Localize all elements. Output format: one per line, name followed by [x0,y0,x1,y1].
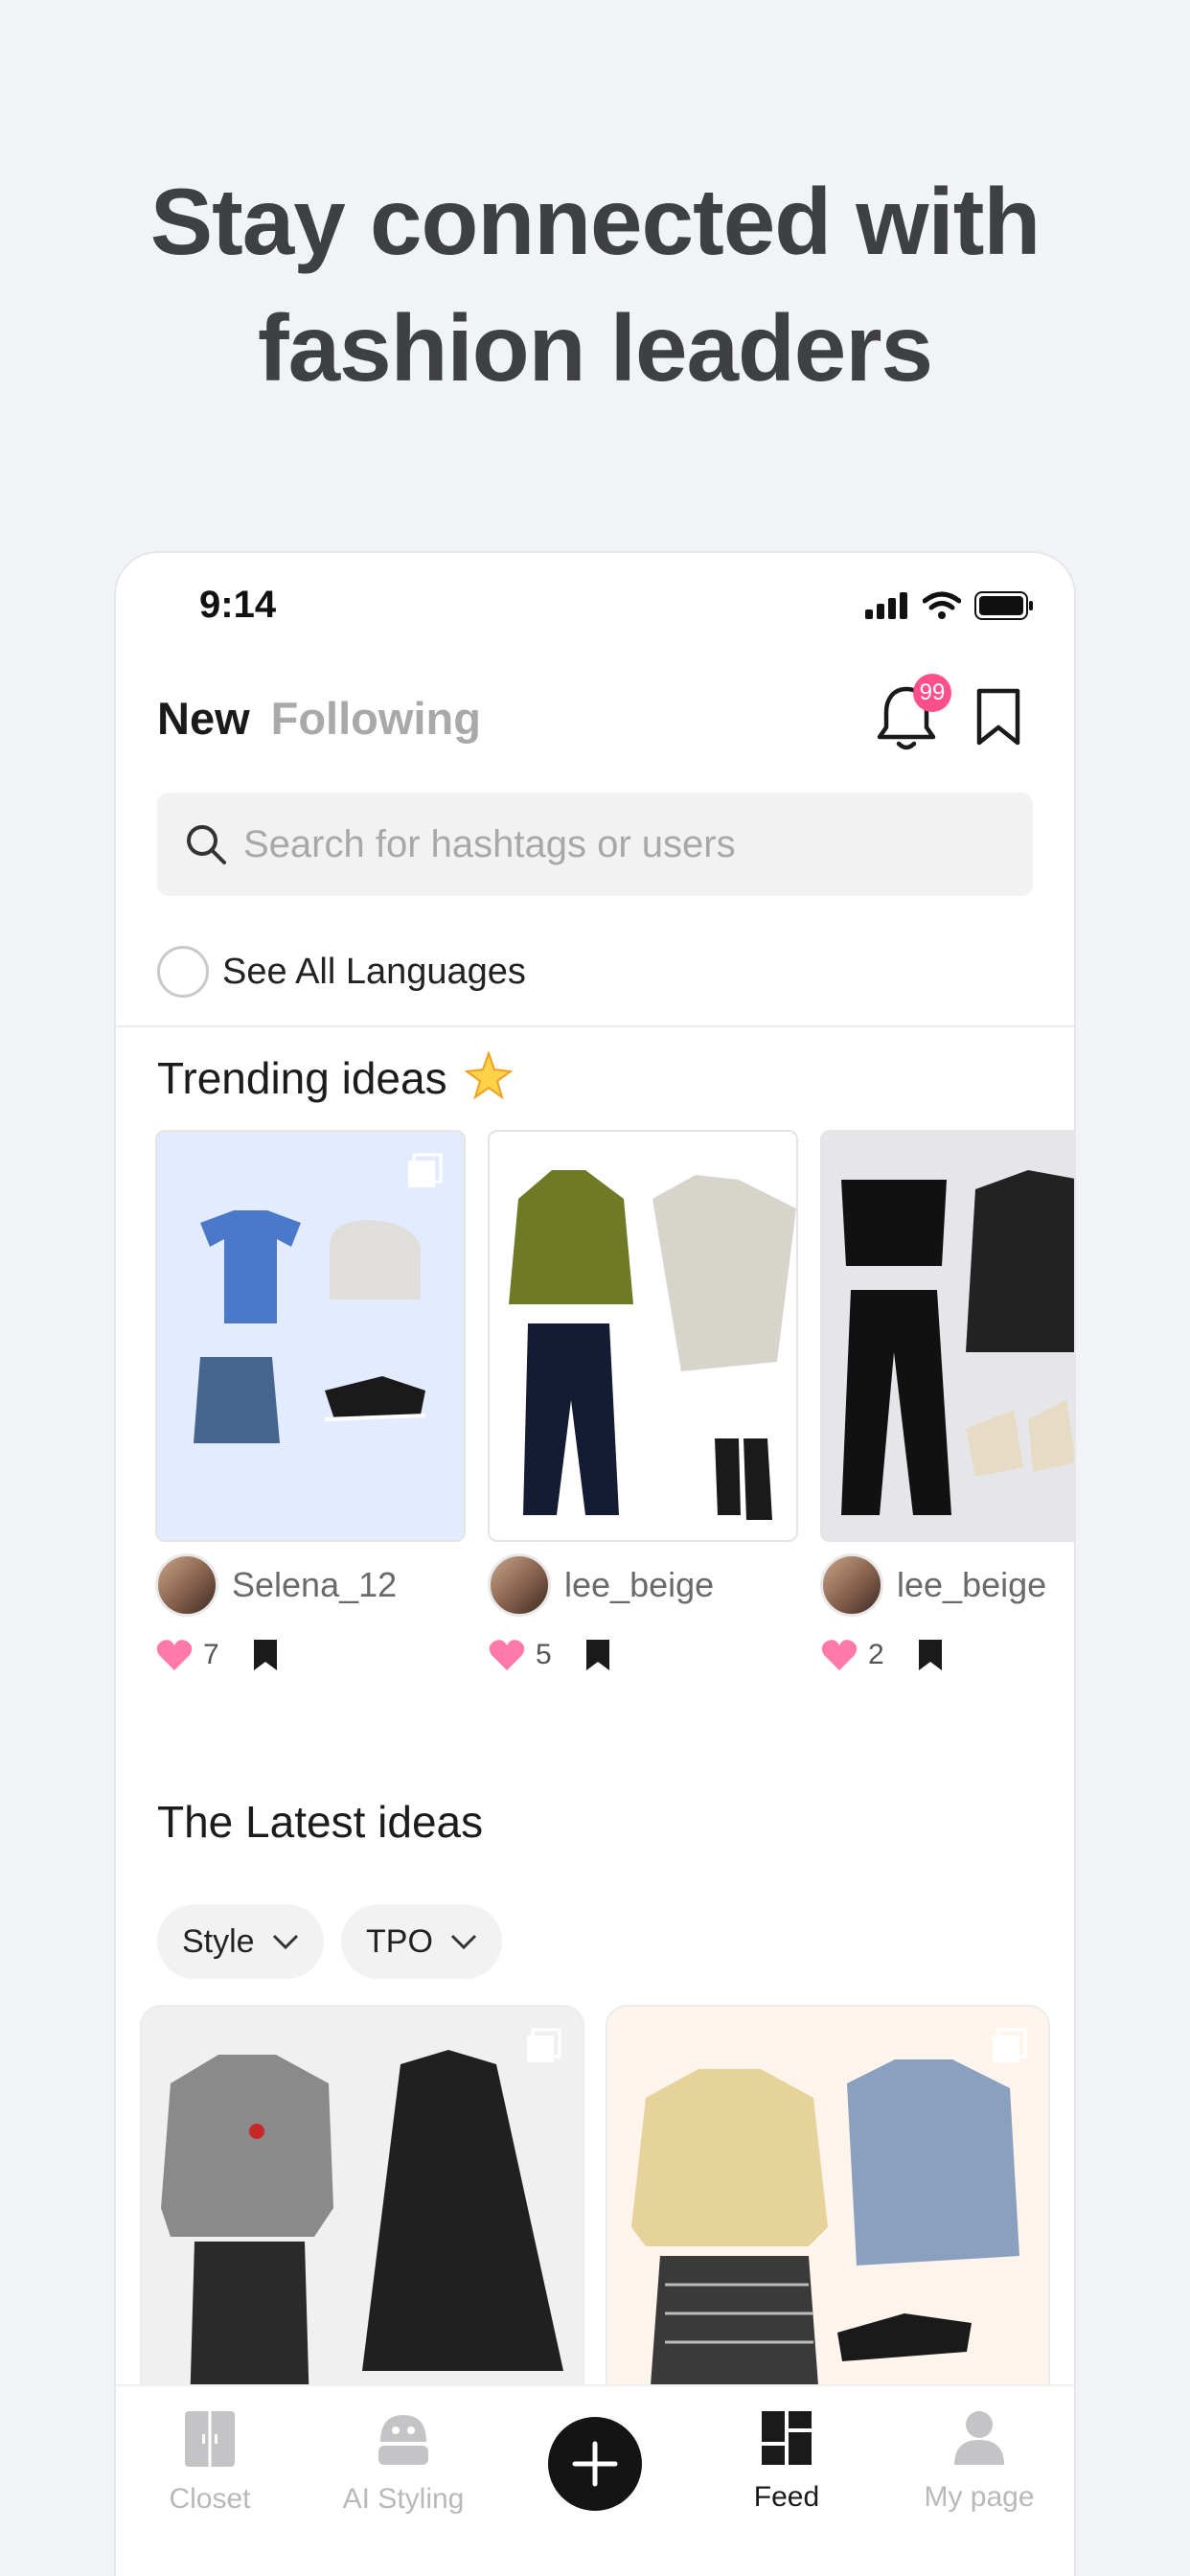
divider [116,1025,1074,1027]
notification-badge: 99 [913,674,951,712]
headline-line-1: Stay connected with [149,169,1041,274]
chevron-down-icon [450,1934,476,1950]
creator[interactable]: lee_beige [488,1553,798,1617]
closet-icon [185,2411,235,2467]
like-count: 5 [536,1639,552,1670]
battery-icon [974,591,1033,620]
chip-label: TPO [366,1922,433,1960]
multi-image-icon [408,1153,443,1187]
bookmark-filled-icon[interactable] [584,1638,611,1672]
headline-line-2: fashion leaders [258,295,933,401]
trending-title-text: Trending ideas [157,1053,447,1103]
feed-tabs: New Following [157,692,481,745]
creator[interactable]: Selena_12 [155,1553,466,1617]
filter-chip-style[interactable]: Style [157,1904,324,1979]
person-icon [954,2411,1004,2465]
like-count: 7 [203,1639,219,1670]
creator-name: lee_beige [564,1565,715,1604]
avatar [155,1553,218,1617]
latest-section-title: The Latest ideas [157,1797,484,1847]
language-radio[interactable] [157,946,209,998]
tab-ai-styling[interactable]: AI Styling [317,2409,490,2516]
search-input[interactable]: Search for hashtags or users [157,793,1033,896]
signal-icon [865,592,907,619]
multi-image-icon [527,2028,561,2062]
tab-label: Feed [753,2481,820,2513]
status-icons [865,591,1034,620]
trending-card[interactable]: Selena_12 7 [155,1130,466,1672]
phone-frame: 9:14 New Following 99 Search for hashtag… [116,553,1074,2576]
outfit-image [488,1130,798,1542]
heart-icon[interactable] [820,1638,858,1672]
creator[interactable]: lee_beige [820,1553,1074,1617]
bookmark-filled-icon[interactable] [252,1638,279,1672]
trending-section-title: Trending ideas [157,1049,515,1104]
search-icon [187,825,226,864]
saved-button[interactable] [974,687,1032,748]
tab-my-page[interactable]: My page [893,2409,1065,2514]
card-stats: 7 [155,1638,466,1672]
wifi-icon [923,591,961,619]
creator-name: lee_beige [897,1565,1047,1604]
creator-name: Selena_12 [232,1565,398,1604]
bottom-tab-bar: Closet AI Styling Feed My page [116,2384,1074,2576]
card-stats: 5 [488,1638,798,1672]
multi-image-icon [993,2028,1027,2062]
language-filter[interactable]: See All Languages [157,946,526,998]
tab-feed[interactable]: Feed [700,2409,873,2514]
latest-card[interactable] [140,2005,584,2407]
latest-card[interactable] [606,2005,1050,2407]
status-bar: 9:14 [116,553,1074,658]
tab-label: Closet [169,2483,251,2515]
create-post-button[interactable] [548,2417,642,2511]
trending-card[interactable]: lee_beige 2 [820,1130,1074,1672]
sparkle-icon [464,1049,515,1100]
like-count: 2 [868,1639,884,1670]
filter-chip-tpo[interactable]: TPO [341,1904,502,1979]
bookmark-icon [976,688,1020,746]
avatar [488,1553,551,1617]
notifications-button[interactable]: 99 [873,674,951,754]
language-label: See All Languages [222,951,526,992]
plus-icon [572,2441,618,2487]
search-placeholder: Search for hashtags or users [243,822,736,865]
headline: Stay connected with fashion leaders [0,158,1190,411]
tab-closet[interactable]: Closet [124,2409,296,2516]
status-time: 9:14 [199,584,277,626]
trending-card[interactable]: lee_beige 5 [488,1130,798,1672]
outfit-image [820,1130,1074,1542]
tab-new[interactable]: New [157,692,250,745]
feed-icon [762,2411,812,2465]
outfit-image [155,1130,466,1542]
avatar [820,1553,883,1617]
tab-label: My page [924,2481,1035,2513]
chevron-down-icon [272,1934,298,1950]
heart-icon[interactable] [155,1638,194,1672]
tab-label: AI Styling [342,2483,465,2515]
heart-icon[interactable] [488,1638,526,1672]
card-stats: 2 [820,1638,1074,1672]
robot-icon [378,2415,428,2465]
chip-label: Style [182,1922,255,1960]
tab-following[interactable]: Following [271,692,481,745]
bookmark-filled-icon[interactable] [917,1638,944,1672]
